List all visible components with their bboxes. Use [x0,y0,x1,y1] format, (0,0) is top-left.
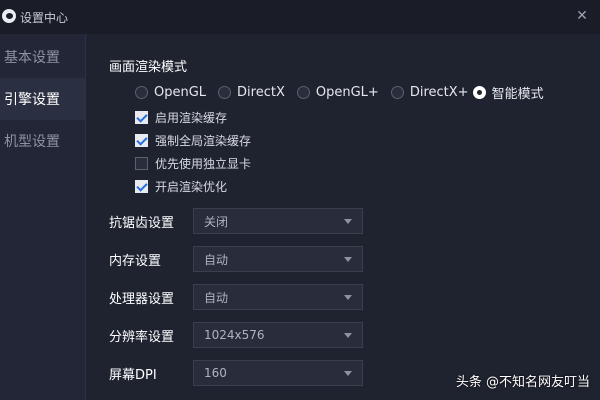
checkmark-icon [135,179,148,193]
setting-label: 处理器设置 [109,291,175,307]
chevron-down-icon [344,294,352,300]
radio-smart-mode[interactable]: 智能模式 [472,83,544,102]
chevron-down-icon [344,370,352,376]
radio-indicator [218,85,232,99]
sidebar-item-device[interactable]: 机型设置 [0,120,85,162]
window-title: 设置中心 [20,11,69,25]
title-bar: 设置中心 ✕ [0,0,600,34]
radio-indicator [390,85,404,99]
sidebar: 基本设置 引擎设置 机型设置 [0,34,86,400]
setting-label: 屏幕DPI [109,367,157,383]
checkbox-label: 启用渲染缓存 [155,110,228,125]
sidebar-item-engine[interactable]: 引擎设置 [0,78,85,120]
radio-label: 智能模式 [491,86,544,102]
cpu-setting: 处理器设置 自动 [109,284,363,310]
radio-opengl[interactable]: OpenGL [135,85,206,100]
sidebar-item-basic[interactable]: 基本设置 [0,36,85,78]
memory-setting: 内存设置 自动 [109,246,363,272]
chevron-down-icon [344,256,352,262]
checkmark-icon [135,133,148,147]
checkbox-enable-render-cache[interactable]: 启用渲染缓存 [135,108,251,126]
radio-label: DirectX+ [409,84,469,100]
select-value: 自动 [204,252,229,267]
checkbox-render-optimization[interactable]: 开启渲染优化 [135,177,251,195]
chevron-down-icon [344,218,352,224]
checkbox-box [135,156,148,170]
select-value: 160 [204,366,227,380]
dpi-setting: 屏幕DPI 160 [109,360,363,386]
setting-label: 抗锯齿设置 [109,215,175,231]
app-logo-icon [2,9,16,23]
dpi-select[interactable]: 160 [193,360,363,386]
render-mode-group: OpenGL DirectX OpenGL+ DirectX+ 智能模式 [135,83,556,102]
memory-select[interactable]: 自动 [193,246,363,272]
setting-label: 内存设置 [109,253,162,269]
radio-indicator [135,85,148,99]
radio-label: OpenGL+ [315,84,379,100]
checkbox-label: 强制全局渲染缓存 [155,133,252,148]
radio-indicator [296,85,310,99]
antialias-setting: 抗锯齿设置 关闭 [109,208,363,234]
engine-settings-panel: 画面渲染模式 OpenGL DirectX OpenGL+ DirectX+ 智… [87,34,600,400]
checkbox-label: 开启渲染优化 [155,179,228,194]
radio-opengl-plus[interactable]: OpenGL+ [296,84,379,100]
radio-indicator [472,85,486,99]
setting-label: 分辨率设置 [109,329,175,345]
checkmark-icon [135,110,148,124]
antialias-select[interactable]: 关闭 [193,208,363,234]
select-value: 1024x576 [204,328,265,342]
chevron-down-icon [344,332,352,338]
resolution-setting: 分辨率设置 1024x576 [109,322,363,348]
checkbox-force-global-cache[interactable]: 强制全局渲染缓存 [135,131,251,149]
checkbox-label: 优先使用独立显卡 [155,156,252,171]
render-options: 启用渲染缓存 强制全局渲染缓存 优先使用独立显卡 开启渲染优化 [135,108,251,200]
close-icon[interactable]: ✕ [572,6,592,26]
watermark: 头条 @不知名网友叮当 [455,375,590,390]
select-value: 关闭 [204,214,229,229]
checkbox-prefer-dedicated-gpu[interactable]: 优先使用独立显卡 [135,154,251,172]
select-value: 自动 [204,290,229,305]
radio-label: DirectX [237,84,285,100]
radio-directx-plus[interactable]: DirectX+ [390,84,469,100]
cpu-select[interactable]: 自动 [193,284,363,310]
radio-label: OpenGL [154,84,207,100]
resolution-select[interactable]: 1024x576 [193,322,363,348]
render-mode-title: 画面渲染模式 [109,60,188,75]
radio-directx[interactable]: DirectX [218,85,285,100]
